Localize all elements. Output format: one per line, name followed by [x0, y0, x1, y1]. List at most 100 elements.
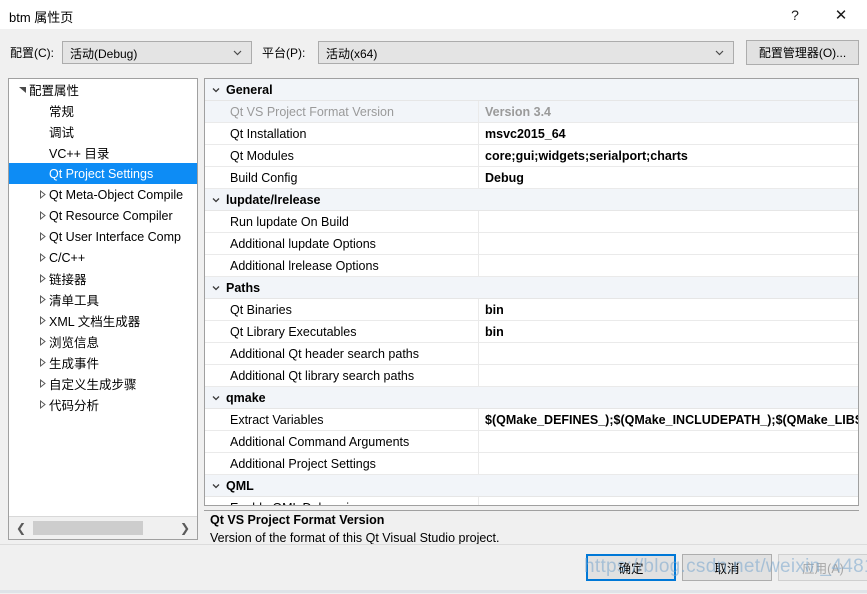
chevron-down-icon[interactable] — [205, 481, 226, 491]
description-title: Qt VS Project Format Version — [210, 513, 385, 527]
property-value[interactable] — [479, 497, 858, 505]
triangle-right-icon[interactable] — [35, 190, 49, 199]
chevron-left-icon[interactable]: ❮ — [11, 517, 31, 539]
property-name: Enable QML Debugging — [205, 497, 479, 505]
triangle-right-icon[interactable] — [35, 358, 49, 367]
triangle-right-icon[interactable] — [35, 337, 49, 346]
description-pane: Qt VS Project Format Version Version of … — [204, 510, 859, 545]
tree-horizontal-scrollbar[interactable]: ❮ ❯ — [9, 516, 197, 539]
property-name: Qt Installation — [205, 123, 479, 144]
grid-row[interactable]: Extract Variables $(QMake_DEFINES_);$(QMa… — [205, 409, 858, 431]
tree-item-1[interactable]: 常规 — [9, 100, 197, 121]
property-grid[interactable]: General Qt VS Project Format Version Versi… — [204, 78, 859, 506]
configuration-manager-button[interactable]: 配置管理器(O)... — [746, 40, 859, 65]
tree-item-5[interactable]: Qt Meta-Object Compile — [9, 184, 197, 205]
grid-row[interactable]: Qt VS Project Format Version Version 3.4 — [205, 101, 858, 123]
grid-row[interactable]: Additional lupdate Options — [205, 233, 858, 255]
property-value[interactable]: Debug — [479, 167, 858, 188]
triangle-right-icon[interactable] — [35, 253, 49, 262]
property-name: Extract Variables — [205, 409, 479, 430]
close-icon[interactable]: ✕ — [821, 0, 861, 29]
triangle-right-icon[interactable] — [35, 211, 49, 220]
triangle-right-icon[interactable] — [35, 274, 49, 283]
grid-row[interactable]: Qt Modules core;gui;widgets;serialport;ch… — [205, 145, 858, 167]
grid-row[interactable]: Qt Installation msvc2015_64 — [205, 123, 858, 145]
grid-row[interactable]: Additional lrelease Options — [205, 255, 858, 277]
tree-item-11[interactable]: XML 文档生成器 — [9, 310, 197, 331]
property-value[interactable]: bin — [479, 321, 858, 342]
property-value[interactable]: core;gui;widgets;serialport;charts — [479, 145, 858, 166]
triangle-right-icon[interactable] — [35, 316, 49, 325]
tree-item-0[interactable]: 配置属性 — [9, 79, 197, 100]
tree-item-15[interactable]: 代码分析 — [9, 394, 197, 415]
chevron-right-icon[interactable]: ❯ — [175, 517, 195, 539]
property-value[interactable]: Version 3.4 — [479, 101, 858, 122]
tree-scroll-area: 配置属性 常规调试 VC++ 目录 Qt Project Settings Qt Met… — [9, 79, 197, 515]
help-icon[interactable]: ? — [775, 0, 815, 29]
property-value[interactable] — [479, 255, 858, 276]
tree-item-label: Qt Resource Compiler — [49, 208, 173, 223]
tree-item-8[interactable]: C/C++ — [9, 247, 197, 268]
grid-row[interactable]: Additional Project Settings — [205, 453, 858, 475]
property-value[interactable] — [479, 453, 858, 474]
grid-row[interactable]: Qt Binaries bin — [205, 299, 858, 321]
property-value[interactable]: bin — [479, 299, 858, 320]
tree-item-label: 链接器 — [49, 273, 87, 287]
cancel-button[interactable]: 取消 — [682, 554, 772, 581]
tree-item-7[interactable]: Qt User Interface Comp — [9, 226, 197, 247]
property-value[interactable] — [479, 343, 858, 364]
chevron-down-icon[interactable] — [205, 85, 226, 95]
property-name: Qt Modules — [205, 145, 479, 166]
grid-row[interactable]: Additional Qt library search paths — [205, 365, 858, 387]
tree-item-12[interactable]: 浏览信息 — [9, 331, 197, 352]
tree-item-2[interactable]: 调试 — [9, 121, 197, 142]
triangle-right-icon[interactable] — [35, 295, 49, 304]
grid-row[interactable]: Run lupdate On Build — [205, 211, 858, 233]
grid-row[interactable]: Qt Library Executables bin — [205, 321, 858, 343]
property-value[interactable]: $(QMake_DEFINES_);$(QMake_INCLUDEPATH_);… — [479, 409, 858, 430]
tree-item-3[interactable]: VC++ 目录 — [9, 142, 197, 163]
configuration-properties-tree[interactable]: 配置属性 常规调试 VC++ 目录 Qt Project Settings Qt Met… — [8, 78, 198, 540]
tree-item-6[interactable]: Qt Resource Compiler — [9, 205, 197, 226]
property-name: Additional Command Arguments — [205, 431, 479, 452]
chevron-down-icon[interactable] — [205, 283, 226, 293]
grid-group-header[interactable]: lupdate/lrelease — [205, 189, 858, 211]
triangle-down-icon[interactable] — [15, 85, 29, 94]
tree-item-label: 调试 — [49, 126, 75, 140]
triangle-right-icon[interactable] — [35, 400, 49, 409]
tree-item-label: XML 文档生成器 — [49, 315, 141, 329]
grid-row[interactable]: Enable QML Debugging — [205, 497, 858, 505]
platform-dropdown[interactable]: 活动(x64) — [318, 41, 734, 64]
scrollbar-thumb[interactable] — [33, 521, 143, 535]
chevron-down-icon[interactable] — [205, 393, 226, 403]
tree-item-label: Qt Meta-Object Compile — [49, 187, 184, 202]
configuration-dropdown[interactable]: 活动(Debug) — [62, 41, 252, 64]
grid-group-header[interactable]: General — [205, 79, 858, 101]
description-text: Version of the format of this Qt Visual … — [210, 531, 500, 545]
grid-group-label: Paths — [226, 280, 261, 295]
configuration-label: 配置(C): — [10, 46, 54, 60]
tree-item-10[interactable]: 清单工具 — [9, 289, 197, 310]
grid-row[interactable]: Build Config Debug — [205, 167, 858, 189]
configuration-bar: 配置(C): 活动(Debug) 平台(P): 活动(x64) 配置管理器(O)… — [0, 29, 867, 74]
grid-row[interactable]: Additional Command Arguments — [205, 431, 858, 453]
tree-item-9[interactable]: 链接器 — [9, 268, 197, 289]
property-value[interactable] — [479, 233, 858, 254]
grid-row[interactable]: Additional Qt header search paths — [205, 343, 858, 365]
ok-button[interactable]: 确定 — [586, 554, 676, 581]
grid-group-header[interactable]: Paths — [205, 277, 858, 299]
triangle-right-icon[interactable] — [35, 379, 49, 388]
property-value[interactable]: msvc2015_64 — [479, 123, 858, 144]
tree-item-13[interactable]: 生成事件 — [9, 352, 197, 373]
tree-item-label: Qt User Interface Comp — [49, 229, 181, 244]
property-value[interactable] — [479, 431, 858, 452]
grid-group-header[interactable]: QML — [205, 475, 858, 497]
grid-group-header[interactable]: qmake — [205, 387, 858, 409]
tree-item-4[interactable]: Qt Project Settings — [9, 163, 197, 184]
property-value[interactable] — [479, 365, 858, 386]
property-value[interactable] — [479, 211, 858, 232]
tree-item-14[interactable]: 自定义生成步骤 — [9, 373, 197, 394]
grid-group-label: lupdate/lrelease — [226, 192, 321, 207]
triangle-right-icon[interactable] — [35, 232, 49, 241]
chevron-down-icon[interactable] — [205, 195, 226, 205]
